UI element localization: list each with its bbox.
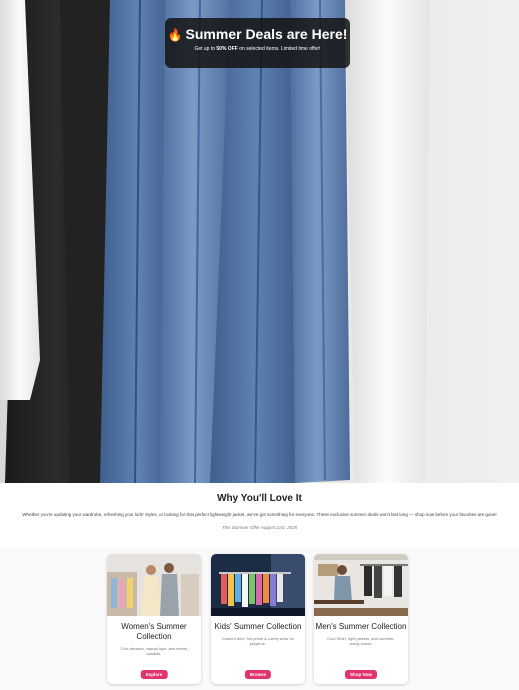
banner-title-text: Summer Deals are Here!	[185, 26, 348, 42]
summer-deals-banner: 🔥 Summer Deals are Here! Get up to 50% OF…	[165, 18, 350, 68]
shop-now-button[interactable]: Shop Now	[345, 670, 377, 679]
offer-date-note: This Summer Offer August 21st, 2025	[221, 525, 298, 530]
card-title: Women's Summer Collection	[121, 622, 187, 641]
card-women: Women's Summer Collection Chic dresses, …	[107, 554, 201, 684]
card-kids: Kids' Summer Collection Colorful tees, f…	[211, 554, 305, 684]
why-title: Why You'll Love It	[217, 493, 302, 504]
banner-subtitle: Get up to 50% OFF on selected items. Lim…	[165, 46, 350, 52]
women-shopping-image	[107, 554, 201, 616]
explore-button[interactable]: Explore	[140, 670, 168, 679]
why-section: Why You'll Love It Whether you're updati…	[0, 483, 519, 548]
card-description: Colorful tees, fun prints & comfy wear f…	[221, 636, 295, 646]
card-title: Kids' Summer Collection	[214, 622, 302, 631]
browse-button[interactable]: Browse	[244, 670, 272, 679]
hanging-clothes-illustration	[0, 0, 519, 483]
banner-subtitle-pre: Get up to	[194, 46, 217, 52]
kids-clothing-rack-image	[211, 554, 305, 616]
banner-title: 🔥 Summer Deals are Here!	[165, 26, 350, 42]
collection-cards: Women's Summer Collection Chic dresses, …	[0, 548, 519, 690]
why-body-text: Whether you're updating your wardrobe, r…	[22, 512, 497, 517]
card-description: Cool tShirt, light jackets, and summer-r…	[327, 636, 395, 646]
men-shop-image	[314, 554, 408, 616]
card-title: Men's Summer Collection	[315, 622, 407, 631]
fire-icon: 🔥	[167, 28, 183, 42]
banner-subtitle-discount: 50% OFF	[216, 46, 238, 52]
banner-subtitle-post: on selected items. Limited time offer!	[237, 46, 321, 52]
card-men: Men's Summer Collection Cool tShirt, lig…	[314, 554, 408, 684]
hero-image: 🔥 Summer Deals are Here! Get up to 50% OF…	[0, 0, 519, 483]
card-description: Chic dresses, casual tops, and trendy sa…	[120, 646, 188, 656]
